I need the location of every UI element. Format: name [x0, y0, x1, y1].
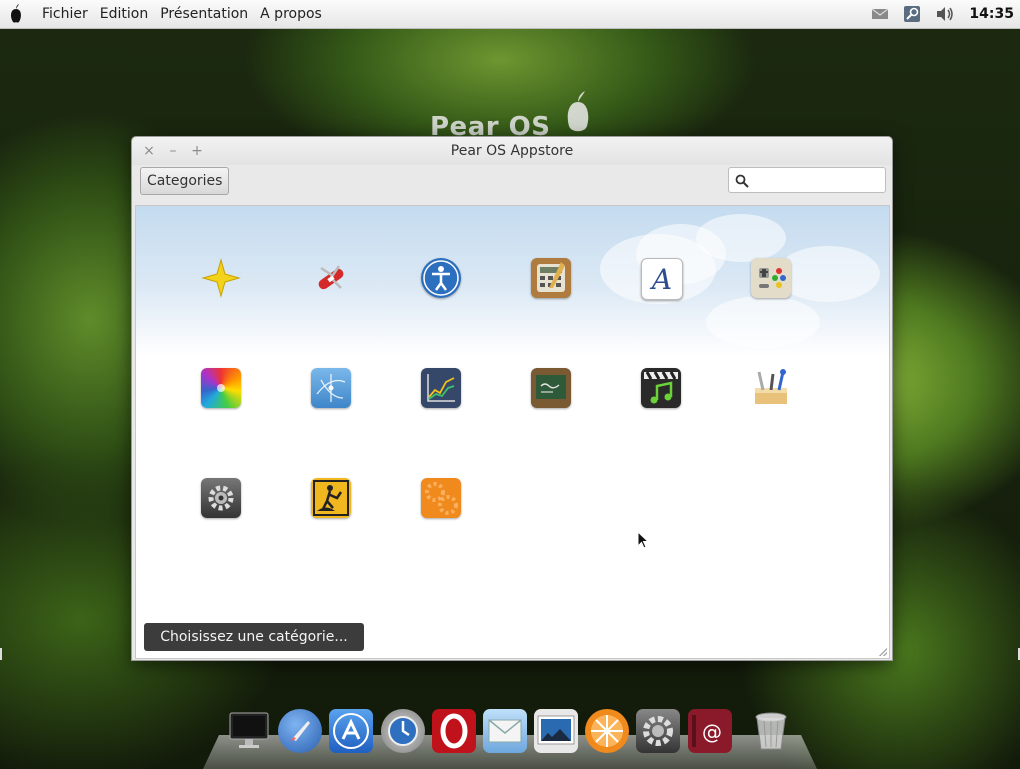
network-icon[interactable] — [903, 5, 921, 23]
cloud-decoration — [776, 246, 880, 302]
font-icon: A — [649, 263, 672, 296]
education-chalkboard-icon — [536, 375, 566, 399]
mail-icon — [488, 719, 522, 743]
music-player-icon — [591, 715, 623, 747]
opera-browser-icon — [440, 713, 468, 749]
dock-preview[interactable] — [534, 709, 578, 753]
internet-network-icon — [316, 374, 346, 402]
app-category-calculator[interactable] — [531, 258, 571, 298]
dock-trash[interactable] — [749, 709, 793, 753]
graphics-color-wheel-icon — [217, 384, 225, 392]
pear-watermark-icon — [567, 91, 589, 132]
volume-icon[interactable] — [935, 6, 955, 22]
app-category-featured[interactable] — [201, 258, 241, 298]
time-machine-icon — [388, 716, 418, 746]
search-input[interactable] — [753, 171, 883, 191]
cloud-decoration — [706, 296, 820, 348]
menu-a-propos[interactable]: A propos — [254, 6, 328, 22]
app-category-system[interactable] — [201, 478, 241, 518]
dock-opera[interactable] — [432, 709, 476, 753]
window-title: Pear OS Appstore — [450, 143, 574, 159]
cloud-decoration — [696, 214, 786, 262]
svg-text:A: A — [649, 263, 672, 296]
app-category-office[interactable] — [421, 368, 461, 408]
app-category-other[interactable] — [421, 478, 461, 518]
clock[interactable]: 14:35 — [969, 6, 1014, 22]
resize-grip[interactable] — [879, 648, 887, 656]
choose-category-button[interactable]: Choisissez une catégorie... — [144, 623, 364, 651]
trash-icon — [755, 712, 787, 750]
app-category-games[interactable] — [751, 258, 791, 298]
calculator-icon — [537, 262, 565, 292]
app-category-utilities[interactable] — [311, 478, 351, 518]
dock-music[interactable] — [585, 709, 629, 753]
address-book-icon: @ — [692, 715, 722, 747]
utilities-construction-icon — [313, 480, 349, 516]
multimedia-clapper-icon — [644, 371, 678, 404]
mouse-cursor-icon — [637, 531, 649, 549]
pear-logo-icon[interactable] — [8, 4, 24, 24]
dock-mail[interactable] — [483, 709, 527, 753]
menu-presentation[interactable]: Présentation — [154, 6, 254, 22]
search-icon — [735, 174, 749, 188]
app-category-fonts[interactable]: A — [641, 258, 683, 300]
accessibility-icon — [423, 260, 459, 296]
screen-edge-marker — [0, 648, 2, 660]
dock-system-preferences[interactable] — [636, 709, 680, 753]
system-preferences-icon — [643, 716, 673, 746]
categories-button[interactable]: Categories — [140, 167, 230, 195]
dock-launcher[interactable] — [278, 709, 322, 753]
app-category-graphics[interactable] — [201, 368, 241, 408]
menu-fichier[interactable]: Fichier — [36, 6, 94, 22]
window-titlebar[interactable]: × – + Pear OS Appstore — [132, 137, 892, 165]
menu-edition[interactable]: Edition — [94, 6, 154, 22]
dock-display[interactable] — [227, 709, 271, 753]
dock-address-book[interactable]: @ — [688, 709, 732, 753]
swiss-knife-icon — [318, 265, 344, 290]
menubar: Fichier Edition Présentation A propos 14… — [0, 0, 1020, 29]
app-category-multimedia[interactable] — [641, 368, 681, 408]
appstore-window: × – + Pear OS Appstore Categories A Choi… — [131, 136, 893, 661]
desktop-pear-watermark: Pear OS — [430, 90, 600, 142]
rocket-launcher-icon — [290, 721, 310, 741]
app-category-internet[interactable] — [311, 368, 351, 408]
app-category-accessories[interactable] — [311, 258, 351, 298]
appstore-icon — [333, 713, 369, 749]
star-sparkle-icon — [201, 258, 241, 298]
app-category-education[interactable] — [531, 368, 571, 408]
chart-office-icon — [427, 374, 455, 402]
other-gears-icon — [425, 482, 458, 515]
developer-tools-icon — [755, 369, 787, 404]
app-category-developer[interactable] — [751, 368, 791, 408]
svg-text:@: @ — [702, 720, 722, 744]
system-gear-icon — [208, 485, 234, 511]
apps-panel: A Choisissez une catégorie... — [135, 205, 890, 659]
window-toolbar: Categories — [132, 165, 892, 203]
photo-preview-icon — [537, 715, 575, 745]
dock-time-machine[interactable] — [381, 709, 425, 753]
dock-appstore[interactable] — [329, 709, 373, 753]
app-category-accessibility[interactable] — [421, 258, 461, 298]
display-icon — [229, 712, 269, 748]
search-field[interactable] — [728, 167, 886, 193]
mail-icon[interactable] — [871, 7, 889, 21]
games-icon — [759, 268, 786, 288]
